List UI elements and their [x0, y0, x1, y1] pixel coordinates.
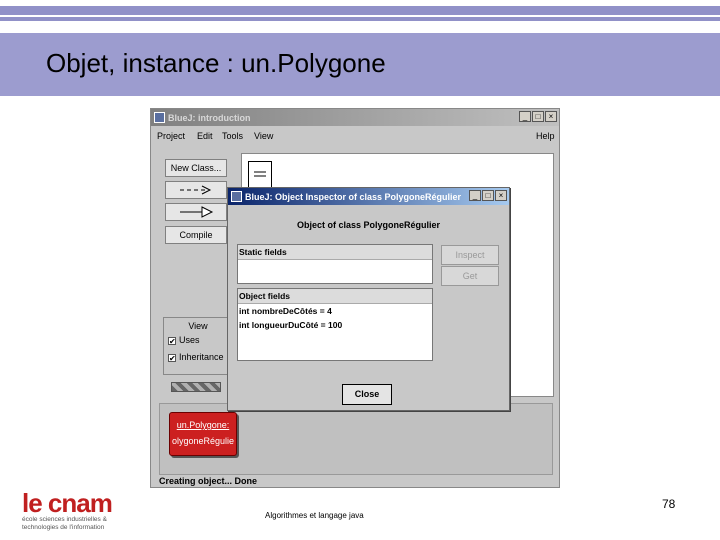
menu-tools[interactable]: Tools [222, 131, 243, 141]
menu-project[interactable]: Project [157, 131, 185, 141]
object-class: olygoneRégulie [171, 436, 235, 446]
bluej-app-icon [154, 112, 165, 123]
page-number: 78 [662, 497, 676, 511]
inheritance-checkbox[interactable]: ✔ [168, 353, 176, 362]
menu-bar: Project Edit Tools View Help [151, 127, 559, 145]
object-fields-list[interactable]: Object fields int nombreDeCôtés = 4 int … [237, 288, 433, 361]
machine-status-indicator [171, 382, 221, 392]
top-decor-bar [0, 6, 720, 15]
object-bench-item[interactable]: un.Polygone: olygoneRégulie [169, 412, 237, 456]
maximize-icon[interactable]: □ [532, 111, 544, 122]
uses-label: Uses [179, 335, 200, 345]
menu-edit[interactable]: Edit [197, 131, 213, 141]
top-decor-bar-thin [0, 17, 720, 21]
logo-subtitle-2: technologies de l'information [22, 524, 105, 531]
status-bar: Creating object... Done [159, 476, 258, 486]
cnam-logo: le cnam école sciences industrielles & t… [22, 488, 113, 532]
compile-button[interactable]: Compile [165, 226, 227, 244]
inheritance-label: Inheritance [179, 352, 224, 362]
close-icon[interactable]: × [495, 190, 507, 201]
footer-text: Algorithmes et langage java [265, 511, 364, 520]
bluej-app-icon [231, 191, 242, 202]
close-icon[interactable]: × [545, 111, 557, 122]
bluej-titlebar[interactable]: BlueJ: introduction _ □ × [151, 109, 559, 126]
view-label: View [188, 321, 208, 331]
static-fields-list[interactable]: Static fields [237, 244, 433, 284]
uses-checkbox[interactable]: ✔ [168, 336, 176, 345]
uses-arrow-button[interactable] [165, 181, 227, 199]
view-panel: View ✔ Uses ✔ Inheritance [163, 317, 233, 375]
object-name: un.Polygone: [176, 420, 230, 430]
get-button[interactable]: Get [441, 266, 499, 286]
inheritance-arrow-button[interactable] [165, 203, 227, 221]
inspect-button[interactable]: Inspect [441, 245, 499, 265]
inspector-heading: Object of class PolygoneRégulier [296, 220, 441, 230]
uses-checkbox-row[interactable]: ✔ Uses [168, 335, 232, 345]
maximize-icon[interactable]: □ [482, 190, 494, 201]
static-fields-header: Static fields [238, 245, 432, 260]
inheritance-checkbox-row[interactable]: ✔ Inheritance [168, 352, 232, 362]
logo-wordmark: le cnam [22, 488, 113, 518]
dashed-arrow-icon [180, 185, 212, 195]
menu-view[interactable]: View [254, 131, 273, 141]
inspector-window-title: BlueJ: Object Inspector of class Polygon… [245, 191, 462, 202]
readme-document-icon[interactable] [248, 161, 272, 189]
slide-title: Objet, instance : un.Polygone [46, 48, 386, 78]
new-class-button[interactable]: New Class... [165, 159, 227, 177]
logo-subtitle-1: école sciences industrielles & [22, 516, 107, 523]
field-row[interactable]: int longueurDuCôté = 100 [238, 318, 432, 332]
field-row[interactable]: int nombreDeCôtés = 4 [238, 304, 432, 318]
close-button[interactable]: Close [342, 384, 392, 405]
object-fields-header: Object fields [238, 289, 432, 304]
bluej-window-title: BlueJ: introduction [168, 112, 251, 123]
inheritance-arrow-icon [180, 206, 214, 218]
object-inspector-window: BlueJ: Object Inspector of class Polygon… [227, 187, 510, 411]
minimize-icon[interactable]: _ [519, 111, 531, 122]
inspector-titlebar[interactable]: BlueJ: Object Inspector of class Polygon… [228, 188, 509, 205]
menu-help[interactable]: Help [536, 131, 555, 141]
minimize-icon[interactable]: _ [469, 190, 481, 201]
